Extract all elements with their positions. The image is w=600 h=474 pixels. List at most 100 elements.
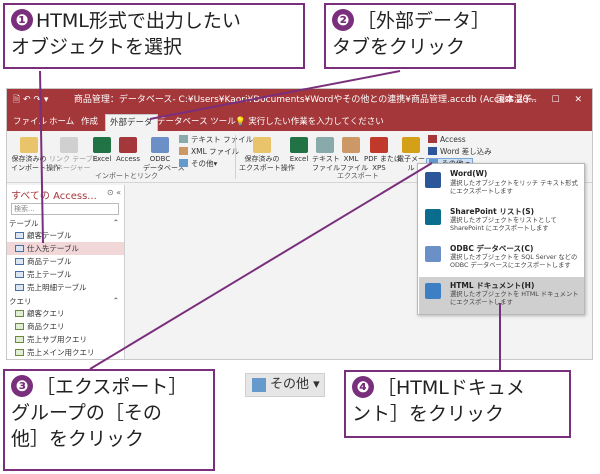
menu-item-desc: 選択したオブジェクトをリッチ テキスト形式にエクスポートします (450, 180, 578, 195)
item-label: 商品テーブル (27, 257, 72, 266)
tell-me-text: 実行したい作業を入力してください (248, 117, 384, 127)
import-excel-button[interactable]: Excel (91, 137, 113, 164)
nav-section-tables[interactable]: テーブル ⌃ (9, 218, 121, 229)
menu-item-title: SharePoint リスト(S) (450, 207, 535, 216)
nav-item-query[interactable]: 売上サブ用クエリ (7, 333, 124, 346)
collapse-icon: ⌃ (112, 218, 119, 227)
pdf-icon (370, 137, 388, 153)
import-odbc-button[interactable]: ODBC データベース (143, 137, 185, 173)
nav-item-table[interactable]: 商品テーブル (7, 255, 124, 268)
callout-text: ント］をクリック (352, 403, 505, 425)
menu-item-word[interactable]: Word(W) 選択したオブジェクトをリッチ テキスト形式にエクスポートします (419, 166, 584, 203)
sharepoint-icon (425, 209, 441, 225)
table-icon (15, 258, 24, 265)
step-number: ❹ (352, 376, 374, 398)
callout-text: ［HTMLドキュメ (377, 377, 525, 399)
import-xml-button[interactable]: XML ファイル (179, 147, 239, 157)
button-label: Word 差し込み (440, 147, 492, 156)
nav-item-query[interactable]: 顧客クエリ (7, 307, 124, 320)
menu-item-desc: 選択したオブジェクトを HTML ドキュメントにエクスポートします (450, 291, 579, 306)
export-excel-button[interactable]: Excel (288, 137, 310, 164)
nav-pane-title[interactable]: すべての Access... (11, 187, 97, 202)
table-icon (15, 245, 24, 252)
import-more-button[interactable]: その他▾ (179, 159, 217, 169)
callout-text: オブジェクトを選択 (11, 36, 183, 58)
tab-database-tools[interactable]: データベース ツール (153, 114, 240, 131)
word-merge-button[interactable]: Word 差し込み (428, 147, 492, 157)
callout-step-4: ❹ ［HTMLドキュメ ント］をクリック (344, 370, 571, 438)
item-label: 商品クエリ (27, 322, 65, 331)
zoomed-more-button: その他 ▾ (245, 373, 325, 397)
callout-text: HTML形式で出力したい (36, 10, 241, 32)
quick-access-toolbar[interactable]: 🗎 ↶ ↷ ▾ (13, 89, 71, 111)
menu-item-title: Word(W) (450, 169, 488, 178)
callout-step-2: ❷ ［外部データ］ タブをクリック (324, 3, 516, 69)
more-icon (252, 378, 266, 392)
item-label: 顧客クエリ (27, 309, 65, 318)
odbc-icon (151, 137, 169, 153)
nav-section-queries[interactable]: クエリ ⌃ (9, 296, 121, 307)
saved-imports-icon (20, 137, 38, 153)
query-icon (15, 310, 24, 317)
callout-text: ［外部データ］ (357, 10, 491, 32)
button-label: Excel (92, 155, 112, 163)
group-divider (235, 135, 236, 179)
menu-item-odbc[interactable]: ODBC データベース(C) 選択したオブジェクトを SQL Server など… (419, 240, 584, 277)
query-icon (15, 323, 24, 330)
nav-pane-controls[interactable]: ⊙ « (107, 188, 121, 197)
button-label: XML ファイル (191, 147, 240, 156)
section-label: クエリ (9, 297, 32, 306)
import-access-button[interactable]: Access (115, 137, 141, 164)
email-icon (402, 137, 420, 153)
nav-item-query[interactable]: 売上メイン用クエリ (7, 346, 124, 359)
callout-text: 他］をクリック (11, 428, 145, 450)
saved-imports-button[interactable]: 保存済みの インポート操作 (11, 137, 60, 173)
button-label: 保存済みの エクスポート操作 (239, 155, 295, 172)
button-label: その他 ▾ (270, 377, 320, 392)
odbc-icon (425, 246, 441, 262)
access-icon (428, 135, 437, 143)
nav-search-input[interactable]: 検索... (11, 203, 119, 215)
menu-item-sharepoint[interactable]: SharePoint リスト(S) 選択したオブジェクトをリストとして Shar… (419, 203, 584, 240)
nav-item-table[interactable]: 顧客テーブル (7, 229, 124, 242)
window-controls[interactable]: ? — ☐ ✕ (508, 89, 588, 111)
section-label: テーブル (9, 219, 39, 228)
text-file-icon (179, 135, 188, 143)
tab-external-data[interactable]: 外部データ (105, 114, 158, 131)
menu-item-title: ODBC データベース(C) (450, 244, 534, 253)
tab-home[interactable]: ホーム (45, 114, 78, 131)
group-label-export: エクスポート (337, 172, 379, 180)
item-label: 売上サブ用クエリ (27, 335, 87, 344)
callout-text: タブをクリック (332, 36, 466, 58)
button-label: Access (440, 135, 466, 144)
button-label: テキスト ファイル (312, 155, 340, 172)
step-number: ❷ (332, 9, 354, 31)
step-number: ❸ (11, 375, 33, 397)
nav-item-table[interactable]: 売上明細テーブル (7, 281, 124, 294)
button-label: Access (116, 155, 140, 163)
tab-create[interactable]: 作成 (77, 114, 102, 131)
callout-step-1: ❶ HTML形式で出力したい オブジェクトを選択 (3, 3, 305, 69)
item-label: 顧客テーブル (27, 231, 72, 240)
saved-exports-icon (253, 137, 271, 153)
item-label: 売上テーブル (27, 270, 72, 279)
item-label: 売上メイン用クエリ (27, 348, 95, 357)
export-text-button[interactable]: テキスト ファイル (312, 137, 340, 173)
xml-icon (179, 147, 188, 155)
xml-icon (342, 137, 360, 153)
nav-item-table[interactable]: 売上テーブル (7, 268, 124, 281)
title-bar: 🗎 ↶ ↷ ▾ 商品管理：データベース- C:¥Users¥Kaori¥Docu… (7, 89, 592, 111)
nav-item-table-selected[interactable]: 仕入先テーブル (7, 242, 124, 255)
word-icon (425, 172, 441, 188)
export-access-button[interactable]: Access (428, 135, 466, 145)
export-xml-button[interactable]: XML ファイル (340, 137, 368, 173)
tell-me-box[interactable]: 💡 実行したい作業を入力してください (231, 114, 388, 131)
nav-item-query[interactable]: 商品クエリ (7, 320, 124, 333)
saved-exports-button[interactable]: 保存済みの エクスポート操作 (239, 137, 295, 173)
export-pdf-button[interactable]: PDF または XPS (364, 137, 401, 173)
linked-table-manager-button[interactable]: リンク テーブル マネージャー (49, 137, 100, 173)
menu-item-html[interactable]: HTML ドキュメント(H) 選択したオブジェクトを HTML ドキュメントにエ… (419, 277, 584, 314)
more-icon (179, 159, 188, 167)
collapse-icon: ⌃ (112, 296, 119, 305)
text-file-icon (316, 137, 334, 153)
